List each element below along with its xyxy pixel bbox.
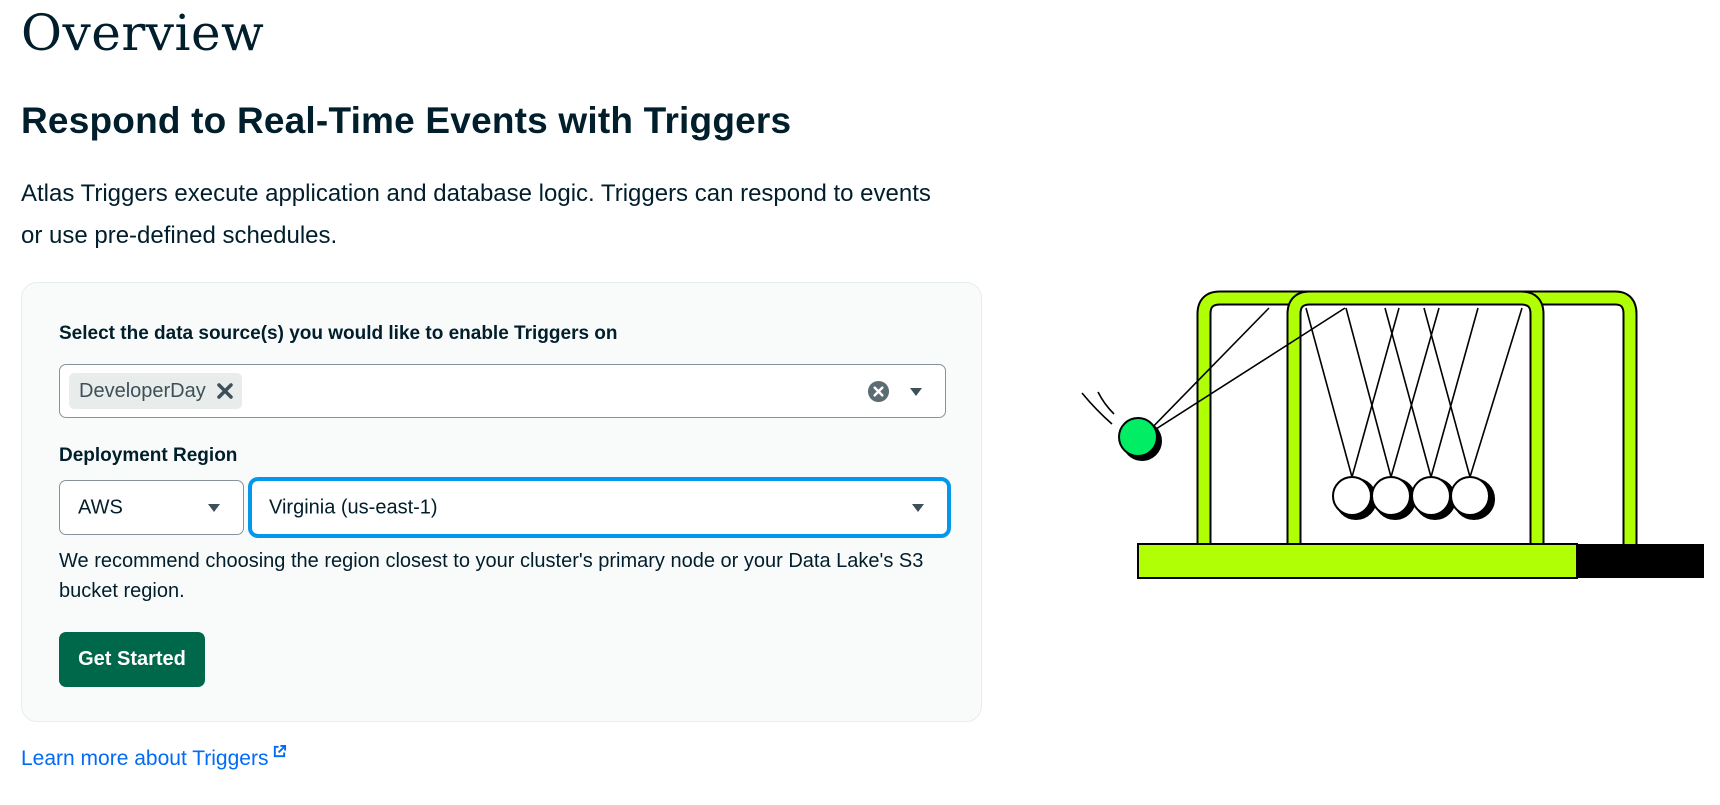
page-title: Overview bbox=[21, 4, 265, 62]
triggers-setup-card: Select the data source(s) you would like… bbox=[21, 282, 982, 722]
clear-circle-icon[interactable] bbox=[867, 380, 890, 403]
data-source-chip-label: DeveloperDay bbox=[79, 379, 206, 402]
chevron-down-icon[interactable] bbox=[909, 387, 923, 397]
data-source-combobox[interactable]: DeveloperDay bbox=[59, 364, 946, 418]
learn-more-label: Learn more about Triggers bbox=[21, 747, 269, 770]
chevron-down-icon bbox=[208, 504, 220, 512]
chevron-down-icon bbox=[912, 504, 924, 512]
region-select[interactable]: Virginia (us-east-1) bbox=[248, 477, 951, 538]
region-value: Virginia (us-east-1) bbox=[269, 496, 438, 518]
data-source-chip: DeveloperDay bbox=[69, 373, 242, 409]
intro-text: Atlas Triggers execute application and d… bbox=[21, 180, 931, 249]
data-source-label: Select the data source(s) you would like… bbox=[59, 323, 618, 344]
external-link-icon bbox=[274, 744, 287, 758]
region-hint: We recommend choosing the region closest… bbox=[59, 550, 924, 602]
newtons-cradle-illustration bbox=[1081, 290, 1704, 579]
get-started-button[interactable]: Get Started bbox=[59, 632, 205, 687]
learn-more-link[interactable]: Learn more about Triggers bbox=[21, 744, 287, 771]
cloud-provider-value: AWS bbox=[78, 496, 123, 518]
close-icon[interactable] bbox=[216, 382, 234, 400]
region-label: Deployment Region bbox=[59, 445, 238, 466]
cloud-provider-select[interactable]: AWS bbox=[59, 480, 244, 535]
section-heading: Respond to Real-Time Events with Trigger… bbox=[21, 100, 792, 141]
